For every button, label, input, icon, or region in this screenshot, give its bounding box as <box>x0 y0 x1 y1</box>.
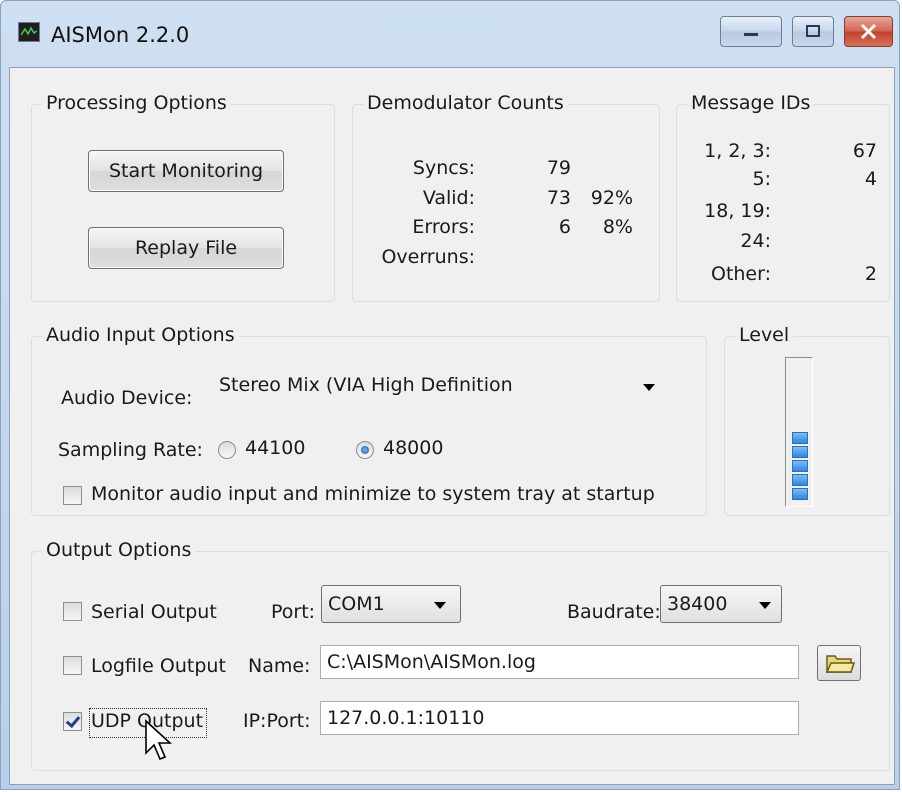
port-value: COM1 <box>328 593 385 615</box>
level-segment <box>792 432 808 444</box>
maximize-button[interactable] <box>792 16 834 47</box>
baudrate-select[interactable]: 38400 <box>660 585 782 623</box>
close-icon <box>860 23 877 40</box>
udp-output-checkbox[interactable] <box>63 712 82 731</box>
errors-label: Errors: <box>412 216 475 238</box>
chevron-down-icon <box>759 602 771 609</box>
group-legend: Message IDs <box>687 92 815 114</box>
name-label: Name: <box>248 655 311 677</box>
minimize-button[interactable] <box>720 16 782 47</box>
level-segment <box>792 488 808 500</box>
app-window: AISMon 2.2.0 Processing Options Start Mo… <box>0 0 900 790</box>
level-segment <box>792 460 808 472</box>
group-legend: Level <box>735 324 794 346</box>
audio-device-label: Audio Device: <box>61 387 193 409</box>
minimize-icon <box>744 33 758 36</box>
monitor-audio-label: Monitor audio input and minimize to syst… <box>91 483 655 505</box>
port-select[interactable]: COM1 <box>321 585 461 623</box>
group-legend: Audio Input Options <box>42 324 239 346</box>
rate-48000-label: 48000 <box>383 437 444 459</box>
rate-44100-radio[interactable] <box>218 441 236 459</box>
baudrate-value: 38400 <box>667 593 728 615</box>
maximize-icon <box>806 25 820 37</box>
window-title: AISMon 2.2.0 <box>51 23 190 47</box>
level-segment <box>792 474 808 486</box>
logfile-name-input[interactable]: C:\AISMon\AISMon.log <box>320 645 799 679</box>
close-button[interactable] <box>844 16 893 47</box>
sampling-rate-label: Sampling Rate: <box>58 439 203 461</box>
msg-id-value: 2 <box>864 263 877 285</box>
ip-port-input[interactable]: 127.0.0.1:10110 <box>320 701 799 735</box>
msg-id-label: Other: <box>710 263 771 285</box>
valid-label: Valid: <box>422 187 475 209</box>
syncs-count: 79 <box>546 157 571 179</box>
start-monitoring-button[interactable]: Start Monitoring <box>88 150 284 192</box>
serial-output-checkbox[interactable] <box>63 602 82 621</box>
monitor-audio-checkbox[interactable] <box>63 486 82 505</box>
folder-icon <box>825 655 856 673</box>
ip-port-label: IP:Port: <box>243 710 311 732</box>
chevron-down-icon <box>643 384 655 391</box>
syncs-label: Syncs: <box>412 157 475 179</box>
level-segment <box>792 446 808 458</box>
baudrate-label: Baudrate: <box>567 601 661 623</box>
audio-device-value: Stereo Mix (VIA High Definition <box>219 374 513 396</box>
rate-44100-label: 44100 <box>245 437 306 459</box>
errors-count: 6 <box>558 216 571 238</box>
title-bar[interactable]: AISMon 2.2.0 <box>1 1 901 67</box>
msg-id-label: 1, 2, 3: <box>704 140 771 162</box>
serial-output-label: Serial Output <box>91 601 217 623</box>
browse-button[interactable] <box>817 645 861 681</box>
replay-file-button[interactable]: Replay File <box>88 227 284 269</box>
msg-id-label: 24: <box>740 230 771 252</box>
rate-48000-radio[interactable] <box>356 441 374 459</box>
msg-id-value: 67 <box>852 140 877 162</box>
processing-options-group: Processing Options <box>31 92 335 302</box>
ip-port-value: 127.0.0.1:10110 <box>327 707 485 729</box>
group-legend: Output Options <box>42 539 196 561</box>
level-meter <box>785 357 813 507</box>
msg-id-label: 18, 19: <box>704 200 771 222</box>
msg-id-label: 5: <box>752 168 772 190</box>
logfile-name-value: C:\AISMon\AISMon.log <box>327 651 536 673</box>
overruns-label: Overruns: <box>381 246 475 268</box>
valid-count: 73 <box>546 187 571 209</box>
logfile-output-checkbox[interactable] <box>63 656 82 675</box>
group-legend: Demodulator Counts <box>363 92 568 114</box>
logfile-output-label: Logfile Output <box>91 655 226 677</box>
errors-pct: 8% <box>602 216 633 238</box>
group-legend: Processing Options <box>42 92 231 114</box>
mouse-cursor-icon <box>145 719 172 761</box>
msg-id-value: 4 <box>864 168 877 190</box>
audio-device-select[interactable]: Stereo Mix (VIA High Definition <box>213 368 663 402</box>
valid-pct: 92% <box>590 187 633 209</box>
chevron-down-icon <box>434 602 446 609</box>
app-icon <box>18 22 40 42</box>
port-label: Port: <box>271 601 316 623</box>
